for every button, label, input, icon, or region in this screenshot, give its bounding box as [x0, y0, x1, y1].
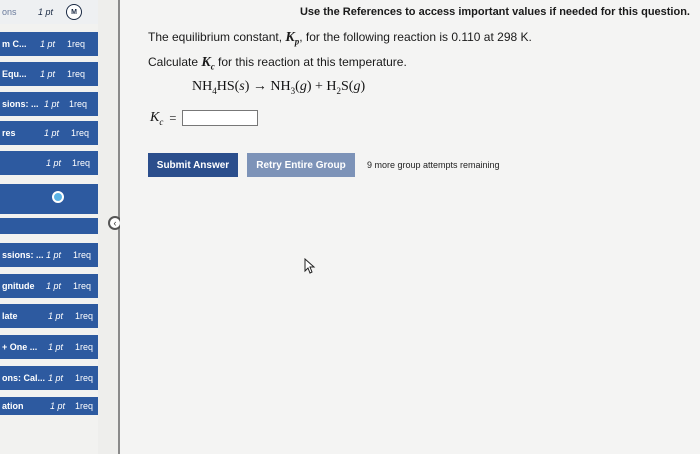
sidebar-item-label: gnitude	[2, 281, 35, 291]
reaction-arrow: →	[249, 79, 271, 94]
sidebar-item-8[interactable]: gnitude 1 pt 1req	[0, 274, 98, 298]
sidebar-item-2[interactable]: m C... 1 pt 1req	[0, 32, 98, 56]
sidebar-item-status: 1req	[73, 250, 92, 260]
sidebar-item-label: ssions: ...	[2, 250, 44, 260]
sidebar-item-1[interactable]: ons 1 pt M	[0, 0, 98, 24]
sidebar-item-label: ons	[2, 7, 17, 17]
sidebar-item-11[interactable]: ons: Cal... 1 pt 1req	[0, 366, 98, 390]
sidebar-item-label: m C...	[2, 39, 27, 49]
sidebar-item-6[interactable]: 1 pt 1req	[0, 151, 98, 175]
sidebar-item-points: 1 pt	[40, 69, 56, 79]
sidebar-item-status: 1req	[75, 401, 94, 411]
question-line-1: The equilibrium constant, Kp, for the fo…	[148, 30, 532, 46]
sidebar-item-4[interactable]: sions: ... 1 pt 1req	[0, 92, 98, 116]
sidebar-item-3[interactable]: Equ... 1 pt 1req	[0, 62, 98, 86]
sidebar-spacer-block	[0, 218, 98, 234]
product-formula: ) + H	[306, 79, 337, 94]
sidebar-item-9[interactable]: late 1 pt 1req	[0, 304, 98, 328]
sidebar-item-points: 1 pt	[46, 281, 62, 291]
paren: )	[360, 79, 366, 94]
sidebar-item-10[interactable]: + One ... 1 pt 1req	[0, 335, 98, 359]
sidebar-item-points: 1 pt	[44, 128, 60, 138]
answer-row: Kc =	[150, 110, 259, 127]
sidebar-item-points: 1 pt	[38, 7, 54, 17]
question-panel: Use the References to access important v…	[120, 0, 700, 454]
sidebar-item-5[interactable]: res 1 pt 1req	[0, 121, 98, 145]
sidebar-item-status: 1req	[75, 373, 94, 383]
sidebar-item-points: 1 pt	[48, 342, 64, 352]
sidebar-item-status: 1req	[67, 39, 86, 49]
references-note: Use the References to access important v…	[299, 6, 690, 18]
sidebar-item-label: + One ...	[2, 342, 38, 352]
question-line-2: Calculate Kc for this reaction at this t…	[148, 55, 407, 71]
sidebar-item-status: 1req	[67, 69, 86, 79]
question-text: Calculate	[148, 55, 202, 69]
sidebar-item-status: 1req	[73, 281, 92, 291]
current-radio-icon	[52, 191, 64, 203]
question-text: The equilibrium constant,	[148, 30, 286, 44]
sidebar-item-points: 1 pt	[46, 250, 62, 260]
module-badge-icon: M	[66, 4, 82, 20]
question-text: , for the following reaction is 0.110 at…	[299, 30, 532, 44]
sidebar-item-label: ation	[2, 401, 24, 411]
chemical-reaction: NH4HS(s) → NH3(g) + H2S(g)	[192, 79, 365, 96]
sidebar-item-label: Equ...	[2, 69, 27, 79]
sidebar-item-label: sions: ...	[2, 99, 39, 109]
sidebar-item-points: 1 pt	[50, 401, 66, 411]
question-text: for this reaction at this temperature.	[214, 55, 407, 69]
sidebar-item-12[interactable]: ation 1 pt 1req	[0, 397, 98, 415]
state-symbol: g	[299, 79, 307, 94]
sidebar-item-label: ons: Cal...	[2, 373, 46, 383]
attempts-remaining: 9 more group attempts remaining	[367, 160, 500, 170]
kc-subscript: c	[159, 116, 164, 127]
current-question-marker[interactable]	[0, 184, 98, 214]
equals-sign: =	[169, 111, 177, 126]
sidebar-item-status: 1req	[71, 128, 90, 138]
retry-entire-group-button[interactable]: Retry Entire Group	[247, 153, 355, 177]
kc-answer-input[interactable]	[182, 110, 259, 127]
reactant-formula: HS(	[216, 79, 240, 94]
product-formula: NH	[270, 79, 291, 94]
answer-label: Kc	[150, 110, 163, 127]
sidebar-item-points: 1 pt	[40, 39, 56, 49]
kc-symbol: K	[201, 55, 211, 70]
submit-answer-button[interactable]: Submit Answer	[148, 153, 238, 177]
sidebar-item-label: res	[2, 128, 16, 138]
sidebar-item-points: 1 pt	[46, 158, 62, 168]
kp-symbol: K	[285, 30, 295, 45]
sidebar-item-status: 1req	[75, 311, 94, 321]
sidebar-item-points: 1 pt	[48, 311, 64, 321]
question-sidebar: ons 1 pt M m C... 1 pt 1req Equ... 1 pt …	[0, 0, 98, 454]
sidebar-item-label: late	[2, 311, 18, 321]
mouse-cursor-icon	[304, 258, 316, 274]
reactant-formula: NH	[192, 79, 213, 94]
sidebar-item-7[interactable]: ssions: ... 1 pt 1req	[0, 243, 98, 267]
kc-symbol: K	[150, 110, 160, 125]
sidebar-item-points: 1 pt	[48, 373, 64, 383]
sidebar-item-status: 1req	[75, 342, 94, 352]
sidebar-item-status: 1req	[72, 158, 91, 168]
product-formula: S(	[341, 79, 354, 94]
sidebar-item-status: 1req	[69, 99, 88, 109]
sidebar-item-points: 1 pt	[44, 99, 60, 109]
